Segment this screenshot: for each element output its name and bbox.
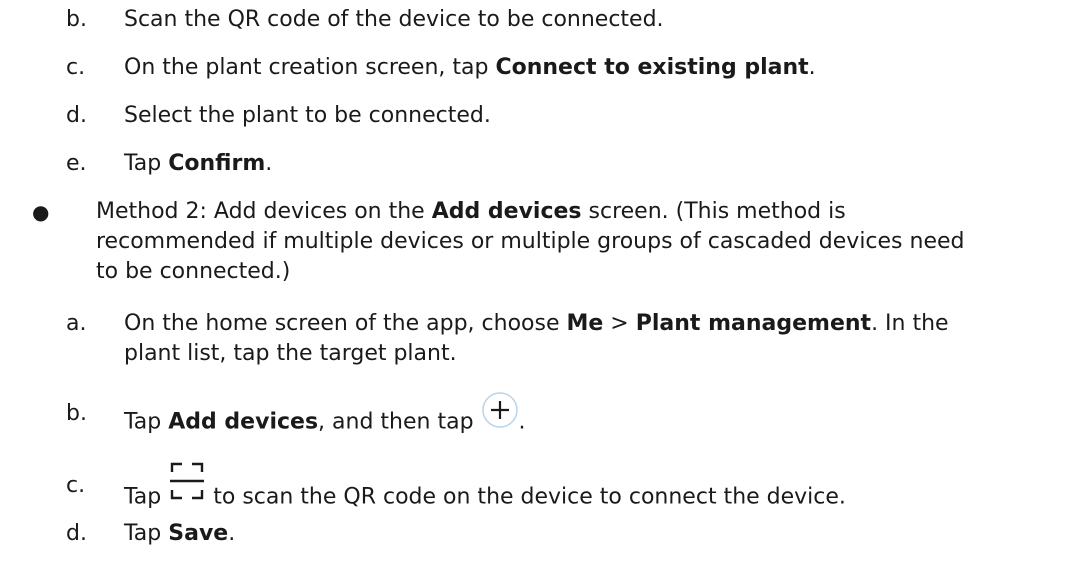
step-text: Tap to scan the QR code on the device to… [124,462,846,524]
step-label: b. [66,401,87,426]
step-label: c. [66,473,86,498]
method-2-line: to be connected.) [96,259,291,284]
step-text: On the plant creation screen, tap Connec… [124,55,816,80]
step-text: Scan the QR code of the device to be con… [124,7,664,32]
method-2-text: Method 2: Add devices on the Add devices… [96,197,1056,287]
ui-term-me: Me [566,311,604,336]
step-label: e. [66,151,87,176]
add-circle-icon [481,391,519,438]
step-label: d. [66,521,87,546]
ui-term-connect-to-existing-plant: Connect to existing plant [495,55,809,80]
bullet-icon: ● [32,200,50,224]
ui-term-confirm: Confirm [168,151,266,176]
step-label: c. [66,55,86,80]
step-label: d. [66,103,87,128]
step-label: a. [66,311,87,336]
step-text: Tap Save. [124,521,236,546]
ui-term-plant-management: Plant management [635,311,872,336]
step-text: plant list, tap the target plant. [124,341,457,366]
scan-icon [168,459,206,512]
ui-term-add-devices: Add devices [431,199,582,224]
step-text: Tap Add devices, and then tap . [124,392,526,446]
method-2-line: Method 2: Add devices on the Add devices… [96,199,846,224]
step-text: On the home screen of the app, choose Me… [124,311,949,336]
method-2-line: recommended if multiple devices or multi… [96,229,965,254]
step-text: Tap Confirm. [124,151,273,176]
step-label: b. [66,7,87,32]
step-text: Select the plant to be connected. [124,103,491,128]
ui-term-add-devices: Add devices [168,409,319,435]
ui-term-save: Save [168,521,229,546]
